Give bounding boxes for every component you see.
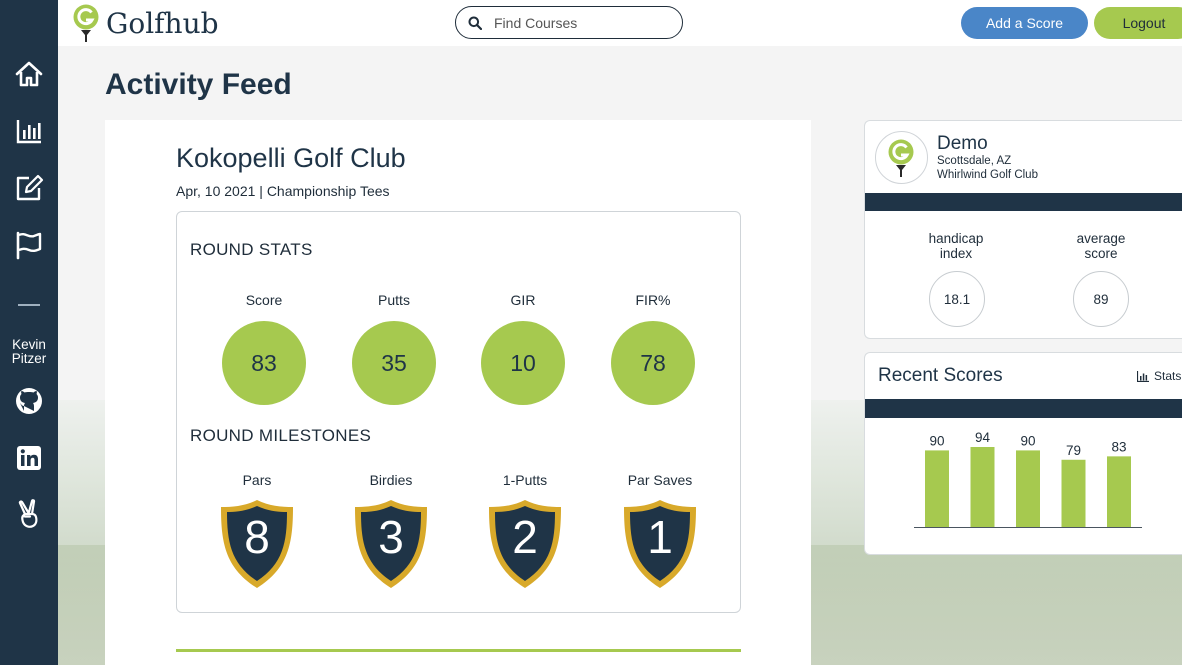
top-header: Golfhub Add a Score Logout xyxy=(58,0,1182,46)
peace-hand-icon[interactable] xyxy=(0,499,58,529)
score-bar-label: 94 xyxy=(975,430,991,445)
milestone-value: 3 xyxy=(378,511,404,563)
round-stats-title: ROUND STATS xyxy=(190,240,313,259)
milestone-value: 2 xyxy=(512,511,538,563)
stat-value-circle: 83 xyxy=(222,321,306,405)
add-score-button[interactable]: Add a Score xyxy=(961,7,1088,39)
handicap-label-line1: handicap xyxy=(928,231,984,246)
average-label: average score xyxy=(1046,231,1156,261)
profile-location: Scottsdale, AZ xyxy=(937,155,1012,167)
logout-button[interactable]: Logout xyxy=(1094,7,1182,39)
score-bar[interactable] xyxy=(925,450,949,527)
milestone-pars: Pars 8 xyxy=(207,472,307,590)
stat-score: Score 83 xyxy=(214,292,314,405)
shield-badge-icon: 8 xyxy=(219,498,295,590)
milestone-value: 1 xyxy=(647,511,673,563)
average-label-line2: score xyxy=(1084,246,1118,261)
score-bar-label: 90 xyxy=(1020,433,1035,448)
score-bar[interactable] xyxy=(1016,450,1040,527)
course-search[interactable] xyxy=(455,6,683,39)
handicap-value: 18.1 xyxy=(929,271,985,327)
score-bar-label: 79 xyxy=(1066,443,1081,458)
round-feed-card: Kokopelli Golf Club Apr, 10 2021 | Champ… xyxy=(105,120,811,665)
stat-label: GIR xyxy=(510,292,536,308)
score-bar[interactable] xyxy=(1107,456,1131,527)
sidebar-username[interactable]: Kevin Pitzer xyxy=(0,338,58,366)
golf-tee-logo-icon xyxy=(888,139,913,177)
profile-name: Demo xyxy=(937,133,988,154)
stat-fir: FIR% 78 xyxy=(603,292,703,405)
sidebar-divider xyxy=(18,304,40,306)
stats-link-label: Stats xyxy=(1154,369,1182,383)
golfhub-logo[interactable]: Golfhub xyxy=(72,3,219,43)
profile-band xyxy=(865,193,1182,211)
stats-link[interactable]: Stats xyxy=(1137,369,1181,383)
shield-badge-icon: 3 xyxy=(353,498,429,590)
flag-icon[interactable] xyxy=(0,229,58,261)
golf-tee-logo-icon xyxy=(73,4,99,42)
round-meta: Apr, 10 2021 | Championship Tees xyxy=(176,183,390,199)
round-stats-box: ROUND STATS Score 83 Putts 35 GIR 10 FIR… xyxy=(176,211,741,613)
round-milestones-title: ROUND MILESTONES xyxy=(190,426,372,445)
feed-divider xyxy=(176,649,741,652)
bar-chart-icon xyxy=(1137,370,1149,382)
recent-scores-card: Recent Scores Stats 90 94 90 79 83 xyxy=(864,352,1182,555)
recent-band xyxy=(865,399,1182,418)
user-first-name: Kevin xyxy=(12,337,46,352)
milestone-par-saves: Par Saves 1 xyxy=(610,472,710,590)
stat-putts: Putts 35 xyxy=(344,292,444,405)
score-bar-label: 83 xyxy=(1111,439,1126,454)
sidebar: Kevin Pitzer xyxy=(0,0,58,665)
milestone-birdies: Birdies 3 xyxy=(341,472,441,590)
stat-value-circle: 78 xyxy=(611,321,695,405)
course-name[interactable]: Kokopelli Golf Club xyxy=(176,143,406,174)
stat-gir: GIR 10 xyxy=(473,292,573,405)
stat-value-circle: 35 xyxy=(352,321,436,405)
stat-label: Putts xyxy=(378,292,410,308)
average-score-value: 89 xyxy=(1073,271,1129,327)
milestone-label: 1-Putts xyxy=(502,472,548,488)
linkedin-icon[interactable] xyxy=(0,443,58,473)
page-title: Activity Feed xyxy=(105,68,292,101)
profile-club: Whirlwind Golf Club xyxy=(937,169,1038,181)
milestone-value: 8 xyxy=(244,511,270,563)
stat-value-circle: 10 xyxy=(481,321,565,405)
score-bar-label: 90 xyxy=(929,433,944,448)
github-icon[interactable] xyxy=(0,386,58,416)
user-last-name: Pitzer xyxy=(11,351,47,366)
recent-scores-chart: 90 94 90 79 83 xyxy=(914,430,1142,528)
recent-scores-title: Recent Scores xyxy=(878,365,1003,386)
milestone-label: Birdies xyxy=(369,472,413,488)
stat-label: Score xyxy=(245,292,283,308)
handicap-label: handicap index xyxy=(901,231,1011,261)
profile-card: Demo Scottsdale, AZ Whirlwind Golf Club … xyxy=(864,120,1182,339)
score-bar[interactable] xyxy=(970,447,995,527)
logo-text: Golfhub xyxy=(106,6,219,40)
milestone-label: Par Saves xyxy=(627,472,693,488)
search-icon xyxy=(468,16,482,30)
bar-chart-icon[interactable] xyxy=(0,115,58,147)
milestone-one-putts: 1-Putts 2 xyxy=(475,472,575,590)
search-input[interactable] xyxy=(494,14,664,31)
home-icon[interactable] xyxy=(0,58,58,90)
edit-icon[interactable] xyxy=(0,172,58,204)
shield-badge-icon: 2 xyxy=(487,498,563,590)
handicap-label-line2: index xyxy=(939,246,973,261)
score-bar[interactable] xyxy=(1061,459,1086,527)
stat-label: FIR% xyxy=(635,292,671,308)
average-label-line1: average xyxy=(1076,231,1126,246)
milestone-label: Pars xyxy=(242,472,272,488)
shield-badge-icon: 1 xyxy=(622,498,698,590)
avatar[interactable] xyxy=(875,131,928,184)
